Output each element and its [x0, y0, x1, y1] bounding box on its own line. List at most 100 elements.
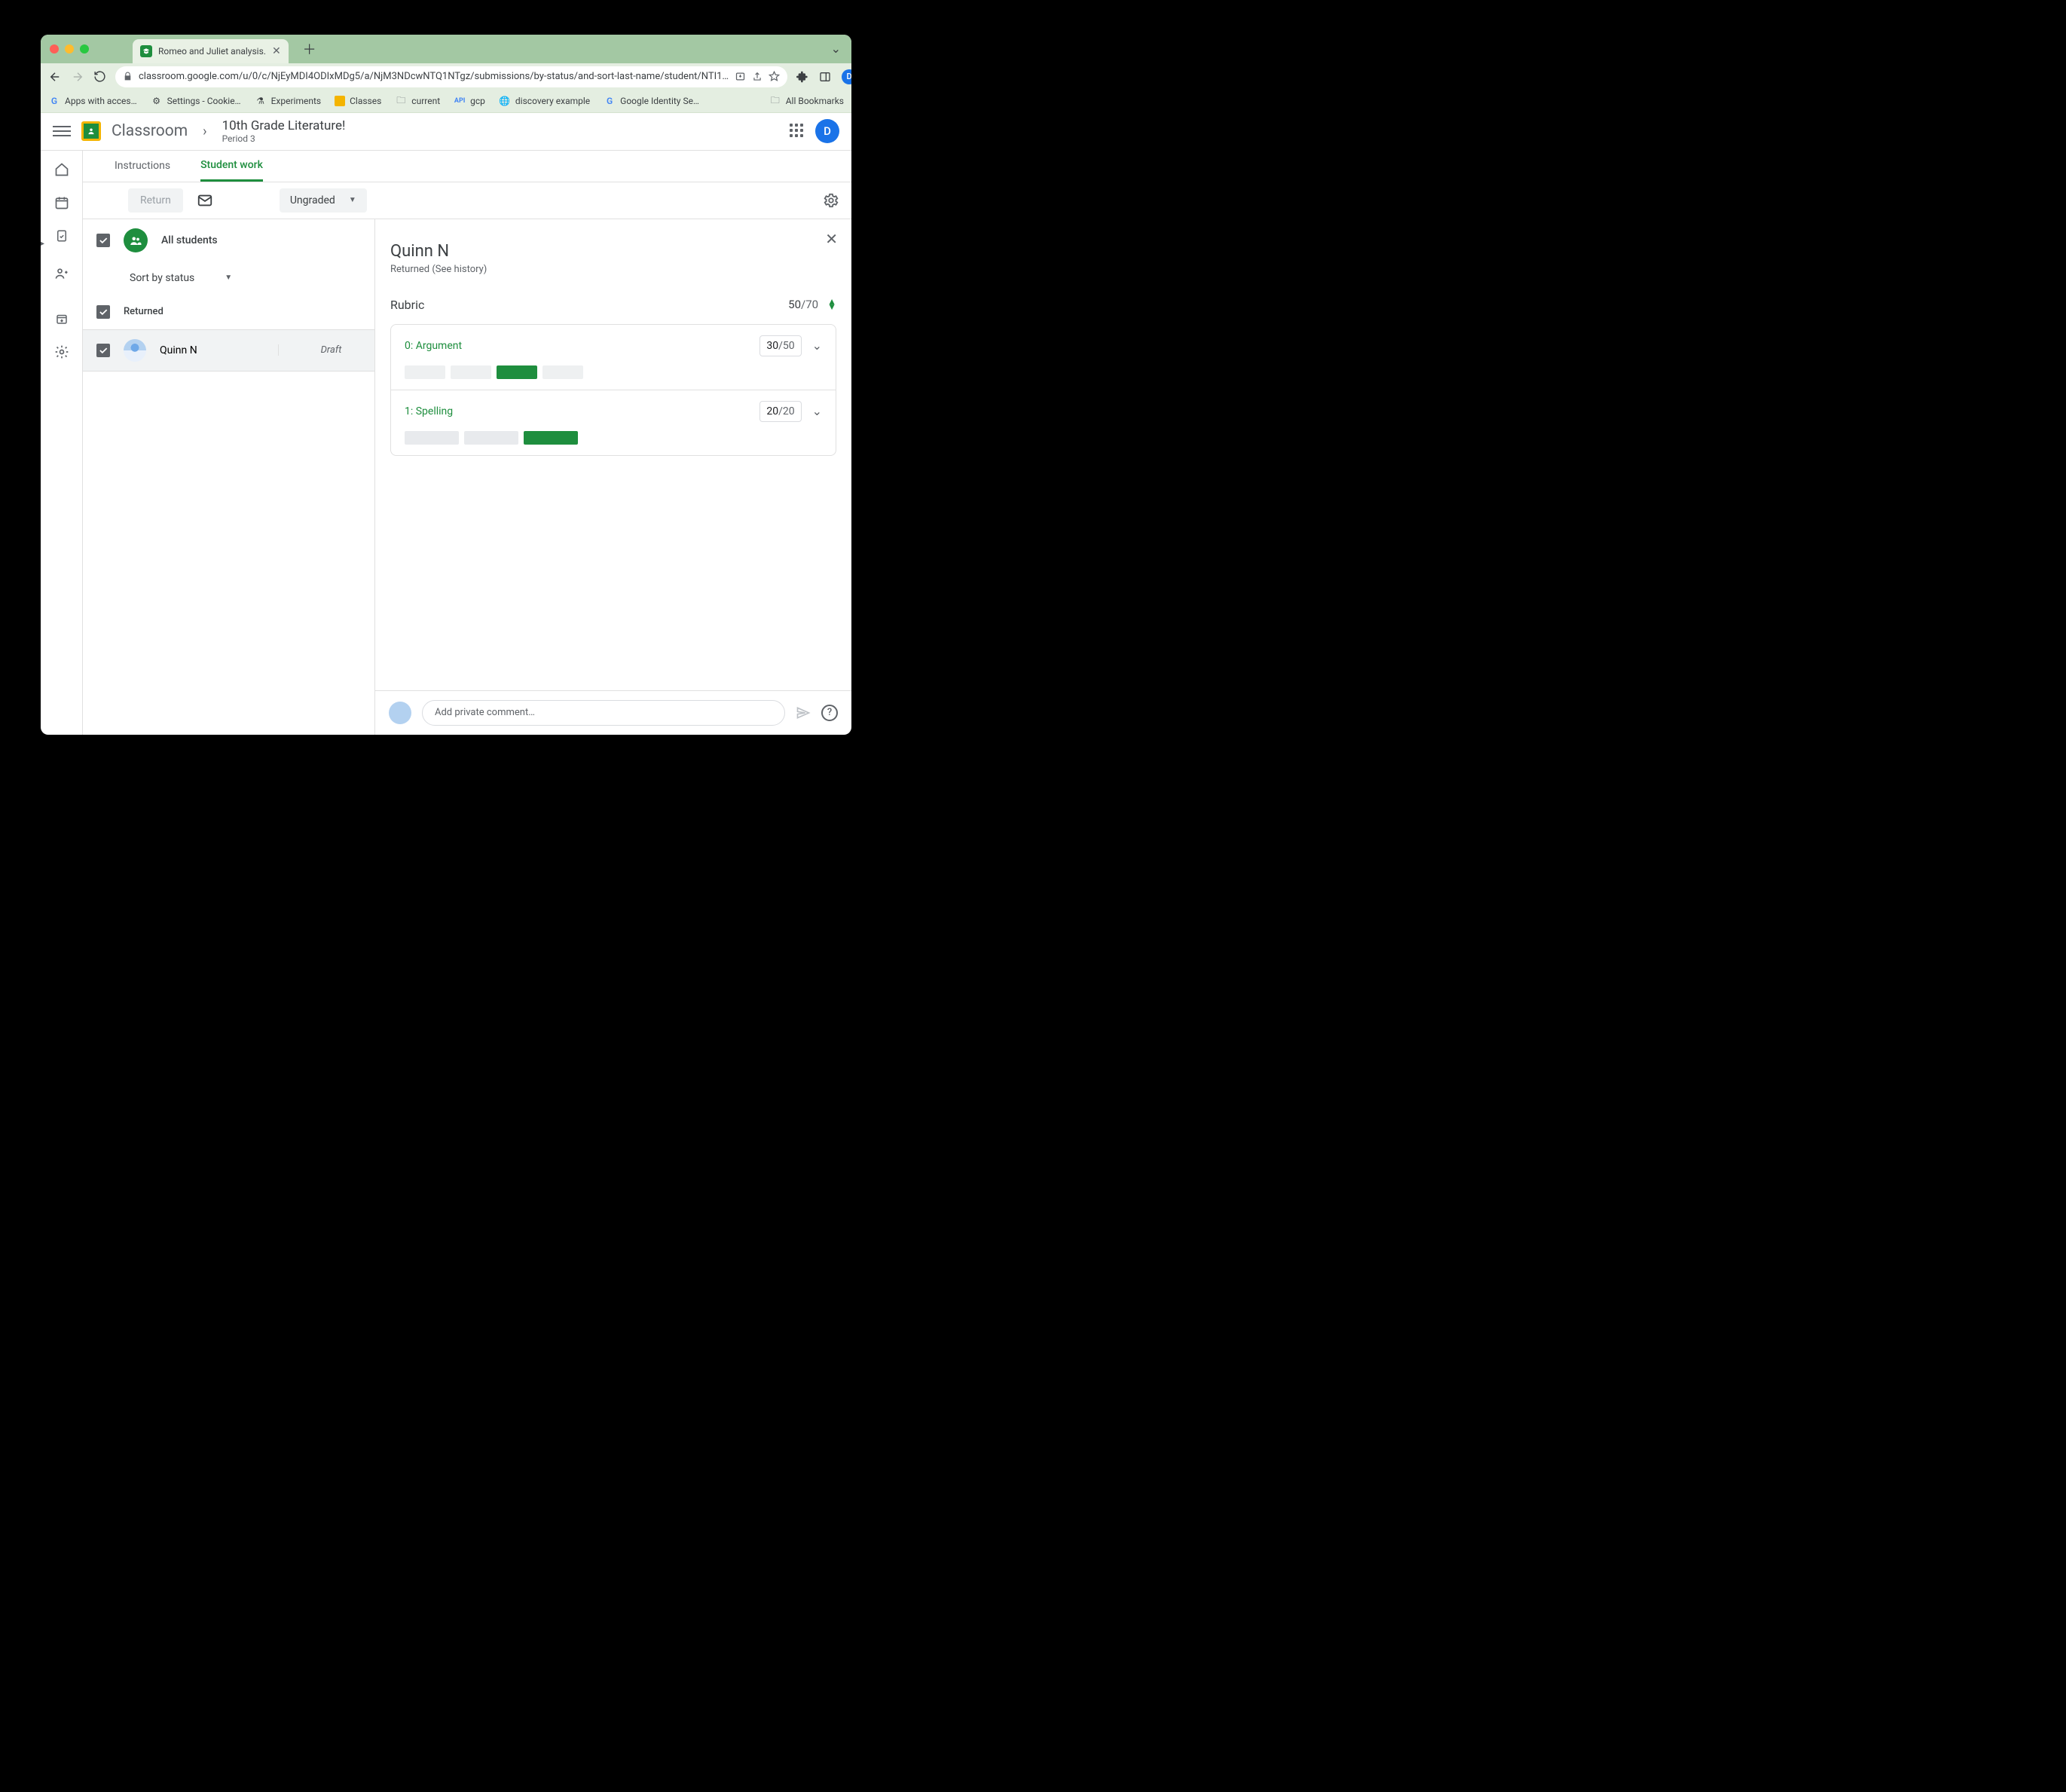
section-checkbox[interactable]: [96, 305, 110, 319]
send-icon[interactable]: [796, 705, 811, 720]
rubric-level-selected[interactable]: [524, 431, 578, 445]
detail-status[interactable]: Returned (See history): [390, 264, 836, 275]
columns: All students Sort by status ▼ Returned Q…: [83, 219, 851, 735]
main-menu-button[interactable]: [53, 122, 71, 140]
bookmark-label: Experiments: [271, 96, 322, 106]
comment-row: Add private comment… ?: [375, 690, 851, 735]
student-avatar-icon: [124, 339, 146, 362]
calendar-icon[interactable]: [53, 194, 70, 211]
breadcrumb[interactable]: 10th Grade Literature! Period 3: [222, 118, 346, 145]
grade-filter-dropdown[interactable]: Ungraded ▼: [280, 188, 367, 213]
rail-nav: ▸: [41, 151, 83, 735]
bookmark-item[interactable]: Classes: [335, 96, 381, 106]
home-icon[interactable]: [53, 161, 70, 178]
criterion-points-input[interactable]: 20/20: [759, 401, 801, 422]
settings-gear-icon[interactable]: [53, 344, 70, 360]
level-picker: [405, 431, 822, 445]
rubric-level[interactable]: [542, 365, 583, 379]
tab-title: Romeo and Juliet analysis.: [158, 46, 266, 57]
google-icon: G: [604, 95, 616, 107]
email-icon[interactable]: [197, 192, 213, 209]
tab-instructions[interactable]: Instructions: [115, 151, 170, 182]
student-row[interactable]: Quinn N Draft: [83, 329, 374, 372]
bookmark-item[interactable]: ⚙ Settings - Cookie…: [151, 95, 241, 107]
detail-panel: Quinn N Returned (See history) Rubric 50…: [375, 219, 851, 456]
bookmark-label: current: [411, 96, 440, 106]
criterion-name[interactable]: 0: Argument: [405, 340, 759, 352]
rubric-level[interactable]: [405, 431, 459, 445]
rubric-level[interactable]: [464, 431, 518, 445]
google-icon: G: [48, 95, 60, 107]
tab-close-icon[interactable]: ✕: [272, 46, 281, 57]
sub-tabs: Instructions Student work: [83, 151, 851, 182]
unfold-icon[interactable]: ▲▼: [827, 299, 836, 310]
side-panel-icon[interactable]: [819, 71, 831, 83]
settings-gear-icon[interactable]: [823, 192, 839, 209]
main-area: Instructions Student work Return Ungrade…: [83, 151, 851, 735]
private-comment-input[interactable]: Add private comment…: [422, 700, 785, 726]
rubric-card: 0: Argument 30/50 ⌄: [390, 324, 836, 456]
tab-student-work[interactable]: Student work: [200, 151, 263, 182]
review-icon[interactable]: [53, 228, 70, 244]
all-bookmarks-button[interactable]: 🗀All Bookmarks: [769, 95, 844, 107]
chevron-down-icon: ▼: [349, 196, 356, 204]
window-controls: [50, 44, 89, 54]
profile-avatar[interactable]: D: [842, 69, 851, 84]
forward-button[interactable]: [71, 69, 84, 84]
chevron-down-icon[interactable]: ⌄: [812, 338, 822, 353]
chevron-down-icon: ▼: [225, 274, 232, 282]
bookmark-item[interactable]: G Google Identity Se…: [604, 95, 699, 107]
rubric-level[interactable]: [451, 365, 491, 379]
install-app-icon[interactable]: [735, 71, 746, 82]
bookmark-label: Google Identity Se…: [620, 96, 699, 106]
criterion-points-input[interactable]: 30/50: [759, 335, 801, 356]
close-detail-icon[interactable]: ✕: [825, 230, 838, 248]
browser-window: Romeo and Juliet analysis. ✕ ＋ ⌄ classro…: [41, 35, 851, 735]
bookmark-label: Settings - Cookie…: [167, 96, 241, 106]
bookmark-item[interactable]: GApps with acces…: [48, 95, 137, 107]
api-icon: API: [454, 95, 466, 107]
bookmark-star-icon[interactable]: [769, 71, 780, 82]
bookmark-item[interactable]: 🗀current: [395, 95, 440, 107]
minimize-window-button[interactable]: [65, 44, 74, 54]
criterion-name[interactable]: 1: Spelling: [405, 405, 759, 417]
close-window-button[interactable]: [50, 44, 59, 54]
select-all-checkbox[interactable]: [96, 234, 110, 247]
account-avatar[interactable]: D: [815, 119, 839, 143]
return-button[interactable]: Return: [128, 188, 183, 213]
bookmark-item[interactable]: ⚗ Experiments: [255, 95, 322, 107]
status-section-header: Returned: [83, 295, 374, 329]
address-bar[interactable]: classroom.google.com/u/0/c/NjEyMDI4ODIxM…: [115, 66, 787, 87]
detail-student-name: Quinn N: [390, 242, 836, 261]
google-apps-icon[interactable]: [790, 124, 805, 139]
people-icon[interactable]: [53, 265, 70, 282]
archive-icon[interactable]: [53, 310, 70, 327]
chevron-down-icon[interactable]: ⌄: [812, 404, 822, 418]
globe-icon: 🌐: [499, 95, 511, 107]
share-icon[interactable]: [752, 72, 763, 82]
all-students-label: All students: [161, 234, 218, 246]
product-name[interactable]: Classroom: [112, 122, 188, 140]
bookmark-item[interactable]: 🌐discovery example: [499, 95, 590, 107]
new-tab-button[interactable]: ＋: [299, 38, 320, 60]
student-checkbox[interactable]: [96, 344, 110, 357]
folder-icon: 🗀: [769, 95, 781, 107]
rubric-level[interactable]: [405, 365, 445, 379]
extensions-row: D: [796, 69, 851, 84]
all-students-row[interactable]: All students: [83, 219, 374, 261]
sort-label: Sort by status: [130, 272, 194, 284]
browser-tab[interactable]: Romeo and Juliet analysis. ✕: [133, 39, 289, 63]
reload-button[interactable]: [93, 69, 106, 84]
tab-list-chevron-icon[interactable]: ⌄: [831, 41, 841, 56]
back-button[interactable]: [48, 69, 62, 84]
help-icon[interactable]: ?: [821, 705, 838, 721]
gear-icon: ⚙: [151, 95, 163, 107]
bookmarks-bar: GApps with acces… ⚙ Settings - Cookie… ⚗ E…: [41, 90, 851, 113]
expand-caret-icon[interactable]: ▸: [41, 240, 44, 248]
extensions-icon[interactable]: [796, 71, 808, 83]
rubric-level-selected[interactable]: [497, 365, 537, 379]
flask-icon: ⚗: [255, 95, 267, 107]
maximize-window-button[interactable]: [80, 44, 89, 54]
sort-dropdown[interactable]: Sort by status ▼: [83, 261, 374, 295]
bookmark-item[interactable]: APIgcp: [454, 95, 485, 107]
